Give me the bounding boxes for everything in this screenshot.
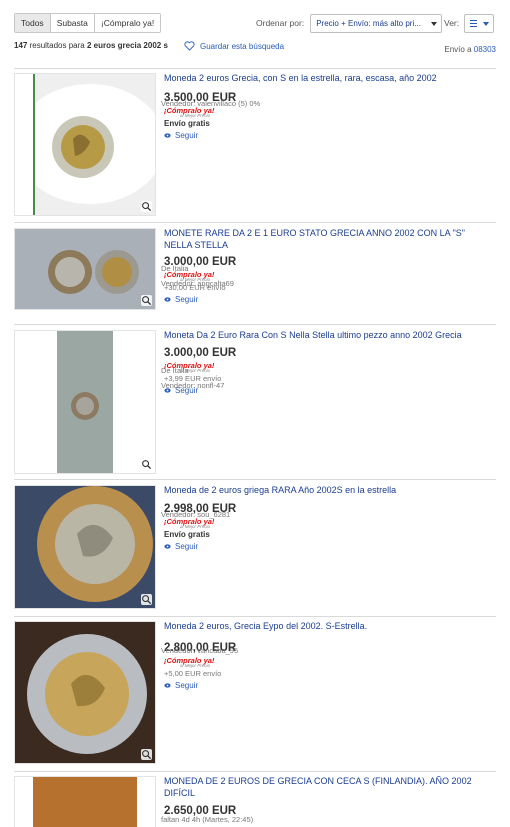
view-dropdown[interactable] bbox=[464, 13, 495, 33]
divider bbox=[14, 616, 496, 617]
tab-subasta[interactable]: Subasta bbox=[50, 14, 95, 32]
item-title[interactable]: Moneda 2 euros, Grecia Eypo del 2002. S-… bbox=[164, 621, 494, 633]
chevron-down-icon bbox=[431, 21, 438, 26]
view-control: Ver: bbox=[444, 13, 495, 33]
coin-photo bbox=[15, 331, 155, 473]
item-image[interactable] bbox=[14, 330, 156, 474]
results-count: 147 bbox=[14, 41, 28, 50]
item-image[interactable] bbox=[14, 485, 156, 609]
heart-icon bbox=[184, 41, 195, 51]
save-search-link[interactable]: Guardar esta búsqueda bbox=[184, 41, 284, 51]
item-title[interactable]: MONEDA DE 2 EUROS DE GRECIA CON CECA S (… bbox=[164, 776, 494, 799]
item-price: 3.000,00 EUR bbox=[164, 256, 237, 268]
eye-icon bbox=[164, 543, 171, 549]
buy-now-sub: al Mejor Precio bbox=[180, 112, 211, 118]
sort-dropdown[interactable]: Precio + Envío: más alto pri... bbox=[310, 13, 443, 33]
zoom-icon[interactable] bbox=[141, 295, 152, 306]
item-origin: De Italia bbox=[161, 264, 189, 273]
item-seller: Vendedor: angcalta69 bbox=[161, 279, 234, 288]
follow-label: Seguir bbox=[175, 130, 199, 140]
item-info: MONETE RARE DA 2 E 1 EURO STATO GRECIA A… bbox=[164, 228, 494, 304]
coin-photo bbox=[15, 622, 155, 763]
results-query: 2 euros grecia 2002 s bbox=[86, 41, 168, 50]
item-title[interactable]: MONETE RARE DA 2 E 1 EURO STATO GRECIA A… bbox=[164, 228, 494, 251]
sort-label: Ordenar por: bbox=[256, 18, 305, 28]
divider bbox=[14, 68, 496, 69]
item-time-left: faltan 4d 4h (Martes, 22:45) bbox=[161, 815, 254, 824]
item-price: 3.000,00 EUR bbox=[164, 346, 237, 359]
results-meta: 147 resultados para 2 euros grecia 2002 … bbox=[14, 41, 496, 54]
buy-now-badge: ¡Cómpralo ya! al Mejor Precio bbox=[164, 655, 494, 668]
coin-photo bbox=[15, 486, 155, 608]
view-label: Ver: bbox=[444, 18, 460, 28]
follow-link[interactable]: Seguir bbox=[164, 542, 494, 551]
listing-type-tabs: Todos Subasta ¡Cómpralo ya! bbox=[14, 13, 162, 33]
eye-icon bbox=[164, 132, 171, 138]
ship-to-zip[interactable]: 08303 bbox=[474, 45, 496, 54]
zoom-icon[interactable] bbox=[141, 459, 152, 470]
follow-label: Seguir bbox=[175, 295, 199, 304]
item-image[interactable] bbox=[14, 73, 156, 216]
ship-to-label: Envío a bbox=[444, 45, 474, 54]
item-title[interactable]: Moneda de 2 euros griega RARA Año 2002S … bbox=[164, 485, 494, 497]
follow-link[interactable]: Seguir bbox=[164, 295, 494, 304]
item-title[interactable]: Moneta Da 2 Euro Rara Con S Nella Stella… bbox=[164, 330, 494, 342]
coin-photo bbox=[15, 777, 155, 827]
item-shipping: Envío gratis bbox=[164, 529, 210, 539]
follow-label: Seguir bbox=[175, 680, 199, 690]
zoom-icon[interactable] bbox=[141, 749, 152, 760]
item-image[interactable] bbox=[14, 776, 156, 827]
buy-now-badge: ¡Cómpralo ya! al Mejor Precio bbox=[164, 360, 494, 373]
coin-photo bbox=[15, 229, 155, 309]
buy-now-sub: al Mejor Precio bbox=[180, 523, 211, 529]
list-view-icon bbox=[470, 19, 478, 28]
item-shipping: +5,00 EUR envío bbox=[164, 668, 222, 678]
item-shipping: Envío gratis bbox=[164, 118, 210, 128]
item-seller: Vendedor: vancaba_95 bbox=[161, 646, 239, 655]
divider bbox=[14, 222, 496, 223]
item-info: MONEDA DE 2 EUROS DE GRECIA CON CECA S (… bbox=[164, 776, 494, 817]
filter-bar: Todos Subasta ¡Cómpralo ya! Ordenar por:… bbox=[14, 13, 496, 33]
zoom-icon[interactable] bbox=[141, 201, 152, 212]
item-image[interactable] bbox=[14, 621, 156, 764]
tab-compralo-ya[interactable]: ¡Cómpralo ya! bbox=[94, 14, 161, 32]
zoom-icon[interactable] bbox=[141, 594, 152, 605]
item-info: Moneda 2 euros, Grecia Eypo del 2002. S-… bbox=[164, 621, 494, 690]
tab-todos[interactable]: Todos bbox=[15, 14, 51, 32]
eye-icon bbox=[164, 682, 171, 688]
follow-link[interactable]: Seguir bbox=[164, 681, 494, 690]
item-seller: Vendedor: nonfl-47 bbox=[161, 381, 225, 390]
sort-control: Ordenar por: Precio + Envío: más alto pr… bbox=[256, 13, 443, 33]
item-title[interactable]: Moneda 2 euros Grecia, con S en la estre… bbox=[164, 73, 494, 85]
divider bbox=[14, 324, 496, 325]
save-search-label: Guardar esta búsqueda bbox=[200, 41, 285, 51]
item-origin: De Italia bbox=[161, 366, 189, 375]
ship-to: Envío a 08303 bbox=[444, 45, 496, 54]
divider bbox=[14, 771, 496, 772]
follow-link[interactable]: Seguir bbox=[164, 131, 494, 140]
follow-label: Seguir bbox=[175, 541, 199, 551]
item-seller: Vendedor: sou_6281 bbox=[161, 510, 231, 519]
buy-now-sub: al Mejor Precio bbox=[180, 662, 211, 668]
sort-value: Precio + Envío: más alto pri... bbox=[316, 18, 421, 28]
eye-icon bbox=[164, 297, 171, 302]
coin-photo bbox=[15, 74, 155, 215]
divider bbox=[14, 479, 496, 480]
results-text: resultados para bbox=[27, 41, 87, 50]
item-seller: Vendedor: valenvillaco (5) 0% bbox=[161, 99, 261, 108]
chevron-down-icon bbox=[483, 21, 490, 26]
item-image[interactable] bbox=[14, 228, 156, 310]
